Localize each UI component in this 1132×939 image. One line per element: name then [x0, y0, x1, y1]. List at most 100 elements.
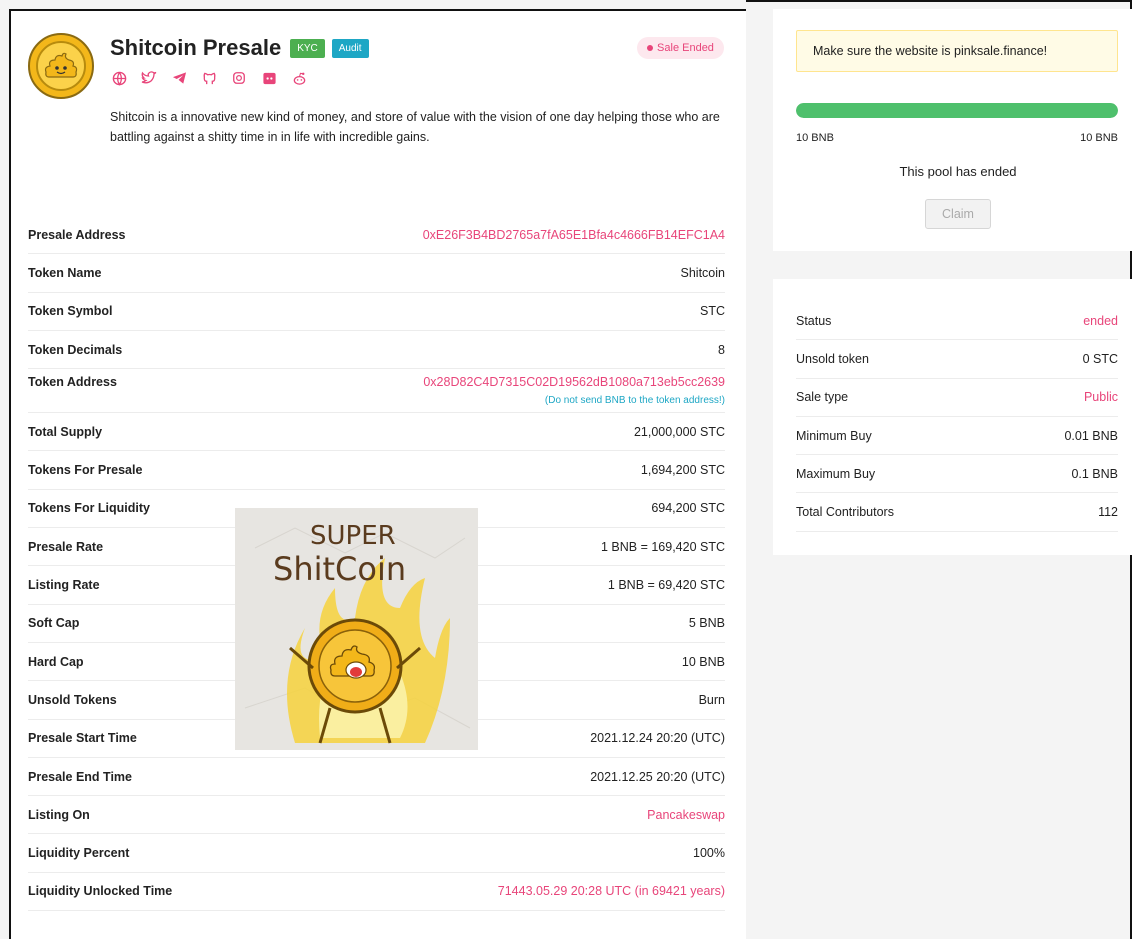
- stats-label: Status: [796, 313, 832, 328]
- row-value-text: 8: [718, 342, 725, 357]
- image-text-shitcoin: ShitCoin: [273, 550, 406, 588]
- stats-row: Unsold token 0 STC: [796, 340, 1118, 379]
- poop-face-icon: [44, 52, 78, 78]
- row-value[interactable]: 0x28D82C4D7315C02D19562dB1080a713eb5cc26…: [423, 375, 725, 406]
- table-row: Liquidity Percent 100%: [28, 834, 725, 873]
- stats-label: Sale type: [796, 390, 849, 405]
- table-row: Liquidity Unlocked Time 71443.05.29 20:28…: [28, 873, 725, 912]
- row-label: Presale End Time: [28, 769, 132, 784]
- row-value: Burn: [699, 693, 725, 707]
- row-label: Token Symbol: [28, 304, 113, 319]
- row-value-text: 1 BNB = 69,420 STC: [607, 578, 725, 593]
- row-label: Liquidity Percent: [28, 846, 130, 861]
- page-title: Shitcoin Presale: [110, 35, 282, 60]
- stats-row: Maximum Buy 0.1 BNB: [796, 455, 1118, 494]
- row-value: 1 BNB = 69,420 STC: [608, 578, 725, 592]
- row-label: Tokens For Liquidity: [28, 501, 150, 516]
- super-shitcoin-image: SUPER ShitCoin: [235, 508, 478, 750]
- row-value-text: 10 BNB: [681, 654, 725, 669]
- table-row: Presale End Time 2021.12.25 20:20 (UTC): [28, 758, 725, 797]
- row-value-text: Shitcoin: [680, 265, 725, 280]
- row-value: 2021.12.24 20:20 (UTC): [590, 731, 725, 745]
- kyc-badge[interactable]: KYC: [290, 38, 325, 58]
- stats-label: Total Contributors: [796, 505, 894, 520]
- social-links: [110, 69, 308, 87]
- row-label: Presale Start Time: [28, 731, 137, 746]
- table-row: Tokens For Presale 1,694,200 STC: [28, 451, 725, 490]
- row-value-text: 2021.12.24 20:20 (UTC): [590, 731, 725, 746]
- row-value-text[interactable]: 71443.05.29 20:28 UTC (in 69421 years): [498, 884, 725, 898]
- shitcoin-logo: [28, 33, 94, 99]
- table-row: Total Supply 21,000,000 STC: [28, 413, 725, 452]
- status-dot-icon: [647, 45, 654, 51]
- row-label: Tokens For Presale: [28, 463, 143, 478]
- table-row: Presale Address 0xE26F3B4BD2765a7fA65E1Bf…: [28, 216, 725, 255]
- hard-cap-amount: 10 BNB: [1080, 132, 1118, 144]
- row-value-text: 2021.12.25 20:20 (UTC): [590, 769, 725, 784]
- table-row: Token Symbol STC: [28, 293, 725, 331]
- stats-value: Public: [1083, 390, 1118, 405]
- row-value: 8: [718, 343, 725, 357]
- stats-label: Unsold token: [796, 351, 869, 366]
- row-value: Shitcoin: [681, 266, 725, 280]
- row-value-text[interactable]: 0x28D82C4D7315C02D19562dB1080a713eb5cc26…: [423, 375, 725, 389]
- stats-row: Sale type Public: [796, 379, 1118, 417]
- stats-row: Minimum Buy 0.01 BNB: [796, 417, 1118, 456]
- stats-row: Total Contributors 112: [796, 493, 1118, 532]
- globe-icon[interactable]: [110, 69, 128, 87]
- presale-details-card: Shitcoin Presale KYC Audit Sale Ended Sh…: [9, 9, 746, 939]
- website-warning-notice: Make sure the website is pinksale.financ…: [796, 30, 1118, 72]
- row-value: 5 BNB: [689, 616, 725, 630]
- row-value: 2021.12.25 20:20 (UTC): [590, 770, 725, 784]
- row-value[interactable]: Pancakeswap: [647, 808, 725, 822]
- stats-value: ended: [1083, 313, 1118, 328]
- pool-status-card: Make sure the website is pinksale.financ…: [773, 9, 1132, 251]
- reddit-icon[interactable]: [290, 69, 308, 87]
- discord-icon[interactable]: [260, 69, 278, 87]
- row-label: Unsold Tokens: [28, 692, 117, 707]
- row-label: Soft Cap: [28, 616, 80, 631]
- table-row: Token Decimals 8: [28, 331, 725, 370]
- row-label: Listing Rate: [28, 578, 100, 593]
- stats-label: Minimum Buy: [796, 428, 872, 443]
- github-icon[interactable]: [200, 69, 218, 87]
- row-value-text: 21,000,000 STC: [633, 424, 725, 439]
- stats-value: 0 STC: [1082, 351, 1118, 366]
- table-row: Token Name Shitcoin: [28, 254, 725, 293]
- claim-button[interactable]: Claim: [925, 199, 991, 229]
- stats-value: 112: [1098, 505, 1118, 520]
- row-label: Hard Cap: [28, 654, 84, 669]
- row-value: 100%: [693, 846, 725, 860]
- row-label: Total Supply: [28, 424, 103, 439]
- stats-value: 0.01 BNB: [1064, 428, 1118, 443]
- table-row: Token Address 0x28D82C4D7315C02D19562dB10…: [28, 369, 725, 414]
- row-value[interactable]: 71443.05.29 20:28 UTC (in 69421 years): [498, 884, 725, 898]
- stats-value: 0.1 BNB: [1071, 466, 1118, 481]
- telegram-icon[interactable]: [170, 69, 188, 87]
- sale-progress-fill: [796, 103, 1118, 118]
- row-value[interactable]: 0xE26F3B4BD2765a7fA65E1Bfa4c4666FB14EFC1…: [423, 228, 725, 242]
- row-value-text: 694,200 STC: [651, 501, 725, 516]
- row-value-text: STC: [700, 304, 725, 319]
- row-value-text[interactable]: 0xE26F3B4BD2765a7fA65E1Bfa4c4666FB14EFC1…: [423, 228, 725, 242]
- row-label: Listing On: [28, 807, 90, 822]
- twitter-icon[interactable]: [140, 69, 158, 87]
- row-value: 10 BNB: [682, 655, 725, 669]
- instagram-icon[interactable]: [230, 69, 248, 87]
- row-value-text: 100%: [693, 846, 725, 861]
- row-value-text: 1 BNB = 169,420 STC: [600, 539, 725, 554]
- pool-stats-table: Status ended Unsold token 0 STC Sale type Pub…: [796, 302, 1118, 532]
- audit-badge[interactable]: Audit: [331, 38, 369, 58]
- project-description: Shitcoin is a innovative new kind of mon…: [110, 110, 720, 144]
- row-label: Presale Rate: [28, 539, 104, 554]
- table-row: Listing On Pancakeswap: [28, 796, 725, 835]
- token-address-warning: (Do not send BNB to the token address!): [544, 395, 725, 407]
- sale-status-label: Sale Ended: [657, 42, 714, 54]
- screen-border-top: [746, 0, 1132, 2]
- row-label: Token Address: [28, 375, 117, 390]
- row-value-text[interactable]: Pancakeswap: [647, 808, 725, 822]
- stats-label: Maximum Buy: [796, 466, 876, 481]
- pool-ended-text: This pool has ended: [899, 164, 1017, 179]
- pool-stats-card: Status ended Unsold token 0 STC Sale type Pub…: [773, 279, 1132, 555]
- row-value-text: Burn: [698, 692, 725, 707]
